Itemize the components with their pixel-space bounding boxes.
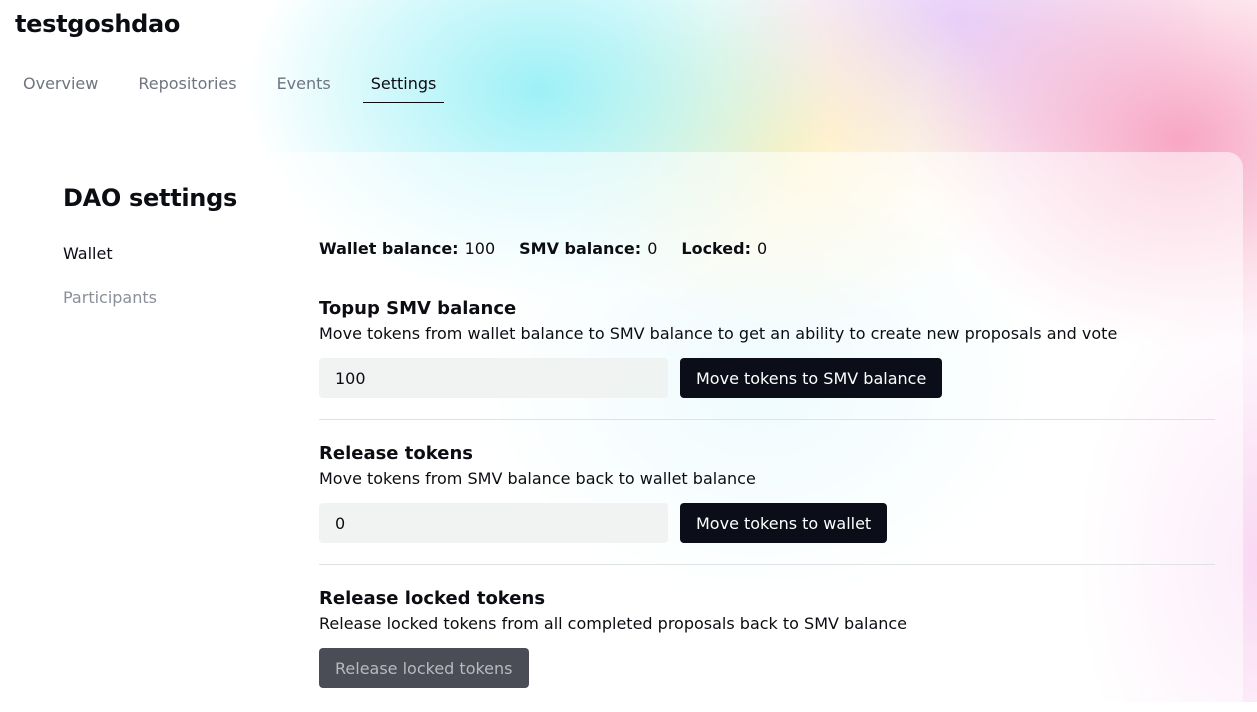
balances-row: Wallet balance: 100 SMV balance: 0 Locked:… bbox=[319, 237, 1215, 259]
dao-tabs: Overview Repositories Events Settings bbox=[15, 70, 468, 103]
locked-balance: Locked: 0 bbox=[681, 239, 767, 258]
release-amount-input[interactable] bbox=[319, 503, 668, 543]
smv-balance-value: 0 bbox=[647, 239, 657, 258]
release-description: Move tokens from SMV balance back to wal… bbox=[319, 469, 1215, 491]
move-to-wallet-button[interactable]: Move tokens to wallet bbox=[680, 503, 887, 543]
locked-balance-value: 0 bbox=[757, 239, 767, 258]
topup-section: Topup SMV balance Move tokens from walle… bbox=[319, 298, 1215, 398]
dao-name: testgoshdao bbox=[15, 10, 180, 38]
move-to-smv-button[interactable]: Move tokens to SMV balance bbox=[680, 358, 942, 398]
release-section: Release tokens Move tokens from SMV bala… bbox=[319, 443, 1215, 543]
topup-title: Topup SMV balance bbox=[319, 298, 1215, 322]
tab-settings[interactable]: Settings bbox=[363, 70, 445, 103]
locked-balance-label: Locked: bbox=[681, 239, 751, 258]
wallet-balance-label: Wallet balance: bbox=[319, 239, 459, 258]
smv-balance: SMV balance: 0 bbox=[519, 239, 657, 258]
sidenav-item-wallet[interactable]: Wallet bbox=[63, 244, 157, 288]
tab-overview[interactable]: Overview bbox=[15, 70, 106, 103]
release-locked-section: Release locked tokens Release locked tok… bbox=[319, 588, 1215, 688]
dao-header: testgoshdao Overview Repositories Events… bbox=[0, 0, 1257, 150]
wallet-balance: Wallet balance: 100 bbox=[319, 239, 495, 258]
release-locked-description: Release locked tokens from all completed… bbox=[319, 614, 1215, 636]
release-title: Release tokens bbox=[319, 443, 1215, 467]
release-locked-button[interactable]: Release locked tokens bbox=[319, 648, 529, 688]
release-locked-title: Release locked tokens bbox=[319, 588, 1215, 612]
topup-description: Move tokens from wallet balance to SMV b… bbox=[319, 324, 1215, 346]
topup-amount-input[interactable] bbox=[319, 358, 668, 398]
section-divider bbox=[319, 419, 1215, 420]
wallet-balance-value: 100 bbox=[465, 239, 496, 258]
smv-balance-label: SMV balance: bbox=[519, 239, 641, 258]
tab-events[interactable]: Events bbox=[269, 70, 339, 103]
sidenav-item-participants[interactable]: Participants bbox=[63, 288, 157, 332]
page-title: DAO settings bbox=[63, 184, 237, 212]
tab-repositories[interactable]: Repositories bbox=[130, 70, 244, 103]
section-divider bbox=[319, 564, 1215, 565]
settings-sidenav: Wallet Participants bbox=[63, 244, 157, 332]
